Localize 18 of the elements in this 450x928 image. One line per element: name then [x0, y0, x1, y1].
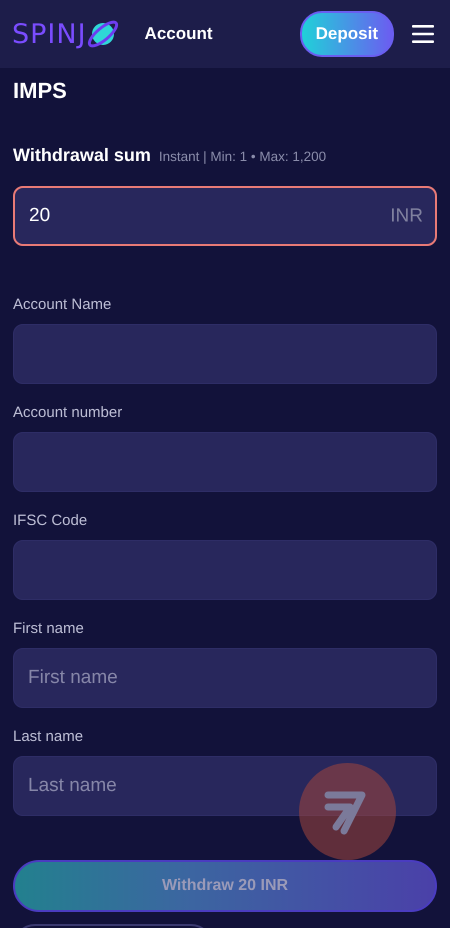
field-label: First name — [13, 620, 85, 638]
input-field[interactable] — [13, 432, 437, 492]
input-field[interactable]: Last name — [13, 756, 437, 816]
limits-hint: Instant | Min: 1 • Max: 1,200 — [158, 148, 326, 166]
field-label: Account Name — [13, 296, 112, 314]
page-title: Account — [144, 23, 213, 46]
deposit-button[interactable]: Deposit — [300, 11, 394, 57]
input-field[interactable] — [13, 540, 437, 600]
logo: SPINJ — [12, 19, 121, 49]
method-title: IMPS — [13, 78, 68, 104]
field-label: Account number — [13, 404, 124, 422]
planet-icon — [86, 19, 121, 49]
field-label: Last name — [13, 728, 84, 746]
field-label: IFSC Code — [13, 512, 88, 530]
field-label: Withdrawal sum — [13, 144, 151, 167]
input-field[interactable]: First name — [13, 648, 437, 708]
currency-label: INR — [390, 206, 423, 226]
input-field[interactable] — [13, 324, 437, 384]
